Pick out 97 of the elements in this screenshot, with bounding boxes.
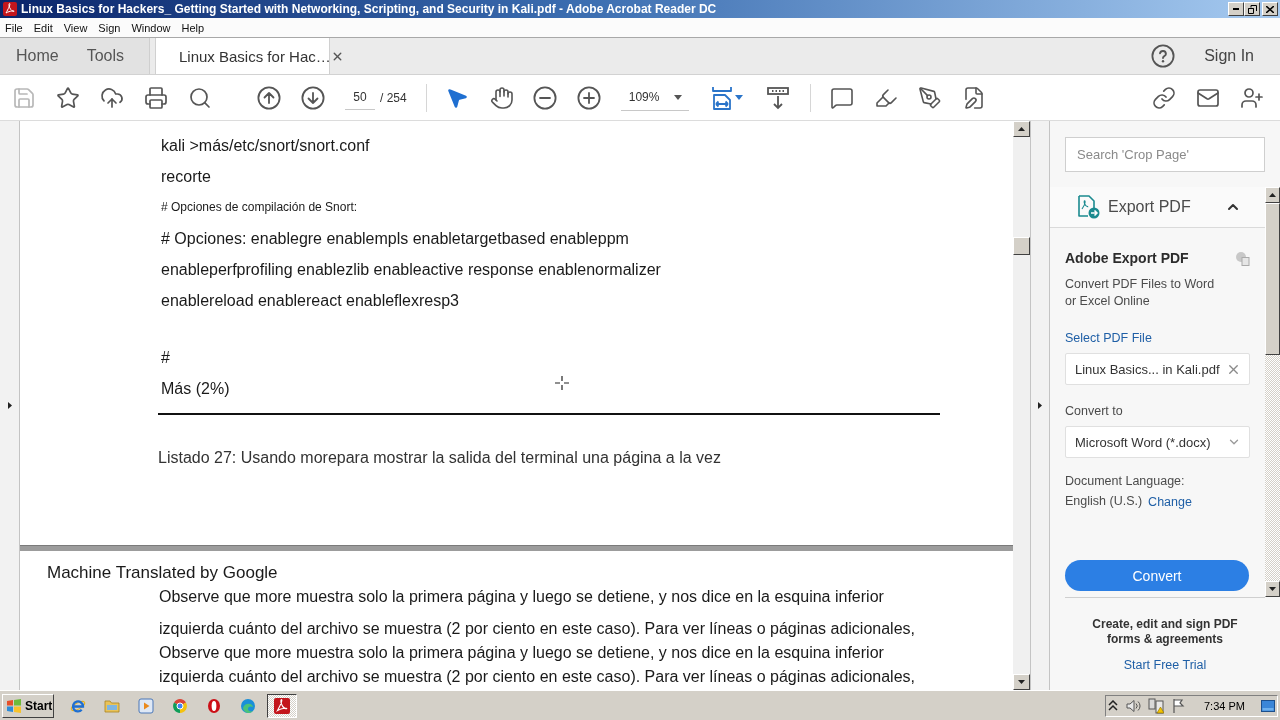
- listing-line: # Opciones: enablegre enablempls enabletargetbased enableppm: [161, 229, 629, 249]
- printer-icon: [144, 85, 168, 110]
- free-trial-link[interactable]: Start Free Trial: [1123, 657, 1207, 673]
- scroll-down-button[interactable]: [1265, 581, 1280, 597]
- documents-icon: [1235, 250, 1250, 266]
- caret-icon: [734, 95, 743, 100]
- clock: 7:34 PM: [1204, 699, 1245, 712]
- tool-heading: Adobe Export PDF: [1065, 249, 1189, 267]
- segmented-circle-icon: [172, 697, 188, 714]
- scroll-up-button[interactable]: [1265, 187, 1280, 203]
- scroll-down-button[interactable]: [1013, 674, 1030, 690]
- scroll-up-button[interactable]: [1013, 121, 1030, 137]
- field-label: Document Language:: [1065, 473, 1185, 489]
- field-label: Convert to: [1065, 403, 1123, 419]
- window-title: Linux Basics for Hackers_ Getting Started with Networking, Scripting, and Security in Kali.pdf - Adobe Acrobat Reader DC: [21, 2, 718, 16]
- show-desktop-icon[interactable]: [1260, 699, 1275, 712]
- pen-nib-icon: [917, 85, 942, 110]
- expand-arrow-icon: [1038, 402, 1042, 409]
- search-icon: [188, 85, 212, 110]
- listing-line: kali >más/etc/snort/snort.conf: [161, 136, 370, 156]
- listing-caption: Listado 27: Usando morepara mostrar la salida del terminal una página a la vez: [158, 448, 721, 468]
- promo-text: Create, edit and sign PDF forms & agreements: [1091, 617, 1239, 647]
- double-chevron-icon[interactable]: [1108, 700, 1118, 711]
- listing-line: Más (2%): [161, 379, 230, 399]
- page-fit-icon: [710, 85, 733, 110]
- tab[interactable]: Tools: [72, 38, 139, 74]
- speaker-icon[interactable]: [1125, 697, 1141, 714]
- ring-icon: [206, 697, 222, 714]
- expand-arrow-icon: [7, 402, 12, 409]
- network-warning-icon[interactable]: [1148, 697, 1164, 714]
- folder-icon: [104, 697, 120, 714]
- convert-button[interactable]: Convert: [1065, 560, 1249, 591]
- comment-icon: [829, 85, 854, 110]
- link-icon: [1152, 85, 1176, 110]
- change-link[interactable]: Change: [1148, 493, 1192, 510]
- caret-icon: [673, 94, 682, 100]
- wave-circle-icon: [240, 697, 256, 714]
- format-dropdown[interactable]: Microsoft Word (*.docx): [1065, 426, 1250, 458]
- menu-item[interactable]: Help: [181, 21, 205, 34]
- language-value: English (U.S.): [1065, 493, 1143, 510]
- pdf-app-icon: [274, 697, 290, 714]
- pdf-app-icon: [3, 2, 17, 16]
- select-file-link[interactable]: Select PDF File: [1065, 330, 1152, 346]
- listing-line: recorte: [161, 167, 211, 187]
- restore-icon: [1247, 4, 1257, 14]
- translation-note: Machine Translated by Google: [47, 562, 278, 584]
- page-number-field[interactable]: 50: [345, 85, 375, 110]
- help-icon[interactable]: [1151, 44, 1176, 68]
- minus-circle-icon: [532, 85, 557, 110]
- listing-line: enableperfprofiling enablezlib enableactive response enablenormalizer: [161, 260, 661, 280]
- arrow-down-circle-icon: [301, 85, 325, 110]
- arrow-up-circle-icon: [257, 85, 281, 110]
- start-button[interactable]: Start: [2, 693, 54, 718]
- minimize-button[interactable]: [1228, 2, 1244, 16]
- hand-icon: [489, 85, 514, 110]
- menu-item[interactable]: File: [5, 21, 23, 34]
- tool-description: Convert PDF Files to Word or Excel Online: [1065, 276, 1216, 310]
- save-icon: [12, 85, 36, 110]
- scrollbar-thumb[interactable]: [1265, 203, 1280, 355]
- close-icon: [1266, 5, 1274, 13]
- minimize-icon: [1233, 8, 1239, 10]
- up-arrow-icon: [1018, 127, 1025, 131]
- taskbar-app-button[interactable]: [267, 693, 297, 718]
- page-count: / 254: [380, 90, 407, 105]
- up-arrow-icon: [1269, 193, 1276, 197]
- listing-line: #: [161, 348, 170, 368]
- e-browser-icon: [70, 697, 86, 714]
- listing-line: # Opciones de compilación de Snort:: [161, 199, 358, 216]
- close-button[interactable]: [1262, 2, 1278, 16]
- menu-item[interactable]: Sign: [98, 21, 121, 34]
- search-field[interactable]: Search 'Crop Page': [1065, 137, 1265, 172]
- menu-item[interactable]: Window: [131, 21, 171, 34]
- menu-item[interactable]: Edit: [33, 21, 53, 34]
- document-export-icon: [1076, 195, 1100, 219]
- star-icon: [56, 85, 80, 110]
- play-icon: [138, 697, 154, 714]
- scroll-mode-icon: [765, 85, 790, 110]
- restore-button[interactable]: [1244, 2, 1260, 16]
- upload-cloud-icon: [100, 85, 124, 110]
- menu-item[interactable]: View: [63, 21, 88, 34]
- crosshair-cursor-icon: [555, 376, 569, 390]
- down-arrow-icon: [1018, 680, 1025, 684]
- sign-in-button[interactable]: Sign In: [1204, 47, 1254, 65]
- scrollbar-thumb[interactable]: [1013, 237, 1030, 255]
- plus-circle-icon: [576, 85, 601, 110]
- zoom-field[interactable]: 109%: [620, 84, 689, 111]
- add-user-icon: [1240, 85, 1264, 110]
- flag-icon[interactable]: [1171, 697, 1187, 714]
- paragraph-line: izquierda cuánto del archivo se muestra (2 por ciento en este caso). Para ver líneas o páginas adicionales,: [159, 667, 915, 687]
- tab[interactable]: Home: [2, 38, 73, 74]
- paragraph-line: Observe que more muestra solo la primera página y luego se detiene, y nos dice en la esquina inferior: [159, 587, 884, 607]
- listing-line: enablereload enablereact enableflexresp3: [161, 291, 459, 311]
- paragraph-line: izquierda cuánto del archivo se muestra (2 por ciento en este caso). Para ver líneas o páginas adicionales,: [159, 619, 915, 639]
- flag-logo-icon: [6, 698, 22, 713]
- file-field[interactable]: Linux Basics... in Kali.pdf: [1065, 353, 1250, 385]
- down-arrow-icon: [1269, 587, 1276, 591]
- paragraph-line: Observe que more muestra solo la primera página y luego se detiene, y nos dice en la esquina inferior: [159, 643, 884, 663]
